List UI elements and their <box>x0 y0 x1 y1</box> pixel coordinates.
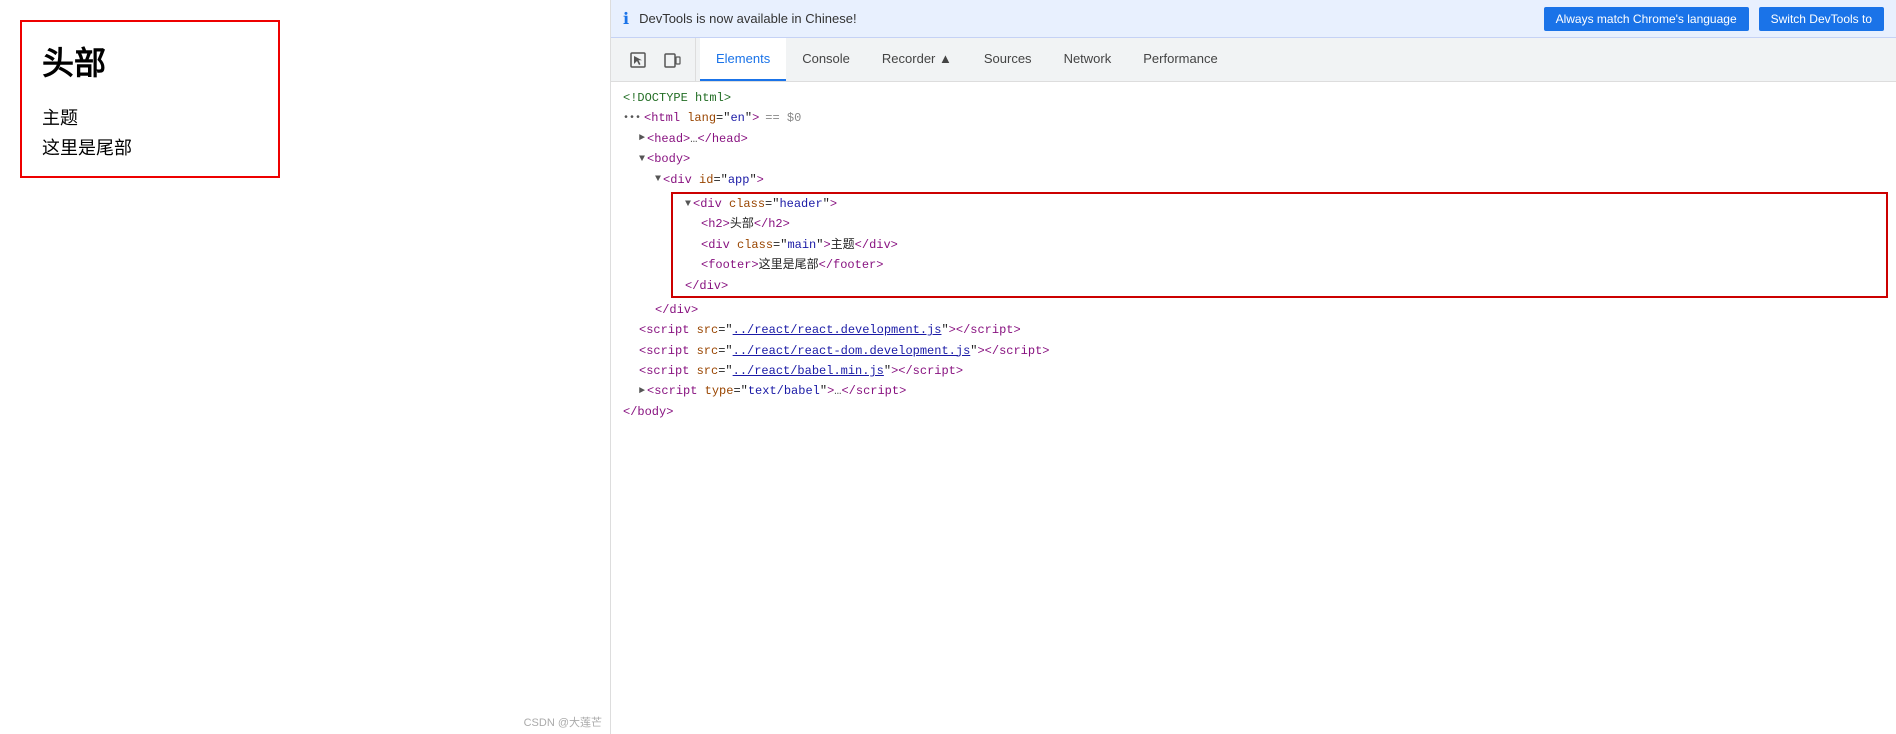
dollar-eq: == $0 <box>765 108 801 128</box>
tab-elements[interactable]: Elements <box>700 38 786 81</box>
tab-performance[interactable]: Performance <box>1127 38 1233 81</box>
dom-html-open[interactable]: ••• <html lang="en"> == $0 <box>611 108 1896 128</box>
tab-network[interactable]: Network <box>1048 38 1128 81</box>
tab-sources[interactable]: Sources <box>968 38 1048 81</box>
dom-body-close[interactable]: </body> <box>611 402 1896 422</box>
dom-script3[interactable]: <script src="../react/babel.min.js"></sc… <box>611 361 1896 381</box>
webpage-preview: 头部 主题 这里是尾部 CSDN @大莲芒 <box>0 0 610 734</box>
dom-script2[interactable]: <script src="../react/react-dom.developm… <box>611 341 1896 361</box>
device-icon <box>663 51 681 69</box>
dom-div-app-close[interactable]: </div> <box>611 300 1896 320</box>
tab-recorder[interactable]: Recorder ▲ <box>866 38 968 81</box>
doctype-text: <!DOCTYPE html> <box>623 88 731 108</box>
tabs-bar: Elements Console Recorder ▲ Sources Netw… <box>611 38 1896 82</box>
preview-box: 头部 主题 这里是尾部 <box>20 20 280 178</box>
dom-body-open[interactable]: ▼ <body> <box>611 149 1896 169</box>
highlighted-block: ▼ <div class="header"> <h2>头部</h2> <div … <box>671 192 1888 298</box>
preview-footer: 这里是尾部 <box>42 134 258 160</box>
switch-devtools-button[interactable]: Switch DevTools to <box>1759 7 1884 31</box>
match-language-button[interactable]: Always match Chrome's language <box>1544 7 1749 31</box>
notification-bar: ℹ DevTools is now available in Chinese! … <box>611 0 1896 38</box>
preview-main: 主题 <box>42 104 258 130</box>
dom-div-header-close[interactable]: </div> <box>673 276 1886 296</box>
dom-div-app-open[interactable]: ▼ <div id="app"> <box>611 170 1896 190</box>
dom-doctype[interactable]: <!DOCTYPE html> <box>611 88 1896 108</box>
device-tool-button[interactable] <box>657 47 687 73</box>
cursor-tool-button[interactable] <box>623 47 653 73</box>
tab-console[interactable]: Console <box>786 38 866 81</box>
watermark: CSDN @大莲芒 <box>524 714 602 730</box>
head-arrow[interactable]: ► <box>639 130 645 147</box>
info-icon: ℹ <box>623 9 629 29</box>
dom-div-main[interactable]: <div class="main">主题</div> <box>673 235 1886 255</box>
body-arrow[interactable]: ▼ <box>639 151 645 168</box>
dom-script1[interactable]: <script src="../react/react.development.… <box>611 320 1896 340</box>
devtools-panel: ℹ DevTools is now available in Chinese! … <box>610 0 1896 734</box>
notification-text: DevTools is now available in Chinese! <box>639 11 1534 26</box>
dom-head[interactable]: ► <head>…</head> <box>611 129 1896 149</box>
div-header-arrow[interactable]: ▼ <box>685 196 691 213</box>
dom-script4[interactable]: ► <script type="text/babel">…</script> <box>611 381 1896 401</box>
script4-arrow[interactable]: ► <box>639 383 645 400</box>
preview-heading: 头部 <box>42 38 258 84</box>
dom-h2[interactable]: <h2>头部</h2> <box>673 214 1886 234</box>
dom-footer[interactable]: <footer>这里是尾部</footer> <box>673 255 1886 275</box>
tab-icon-group <box>615 38 696 81</box>
div-app-arrow[interactable]: ▼ <box>655 171 661 188</box>
dom-content: <!DOCTYPE html> ••• <html lang="en"> == … <box>611 82 1896 734</box>
cursor-icon <box>629 51 647 69</box>
dom-div-header-open[interactable]: ▼ <div class="header"> <box>673 194 1886 214</box>
expand-icon: ••• <box>623 110 641 127</box>
